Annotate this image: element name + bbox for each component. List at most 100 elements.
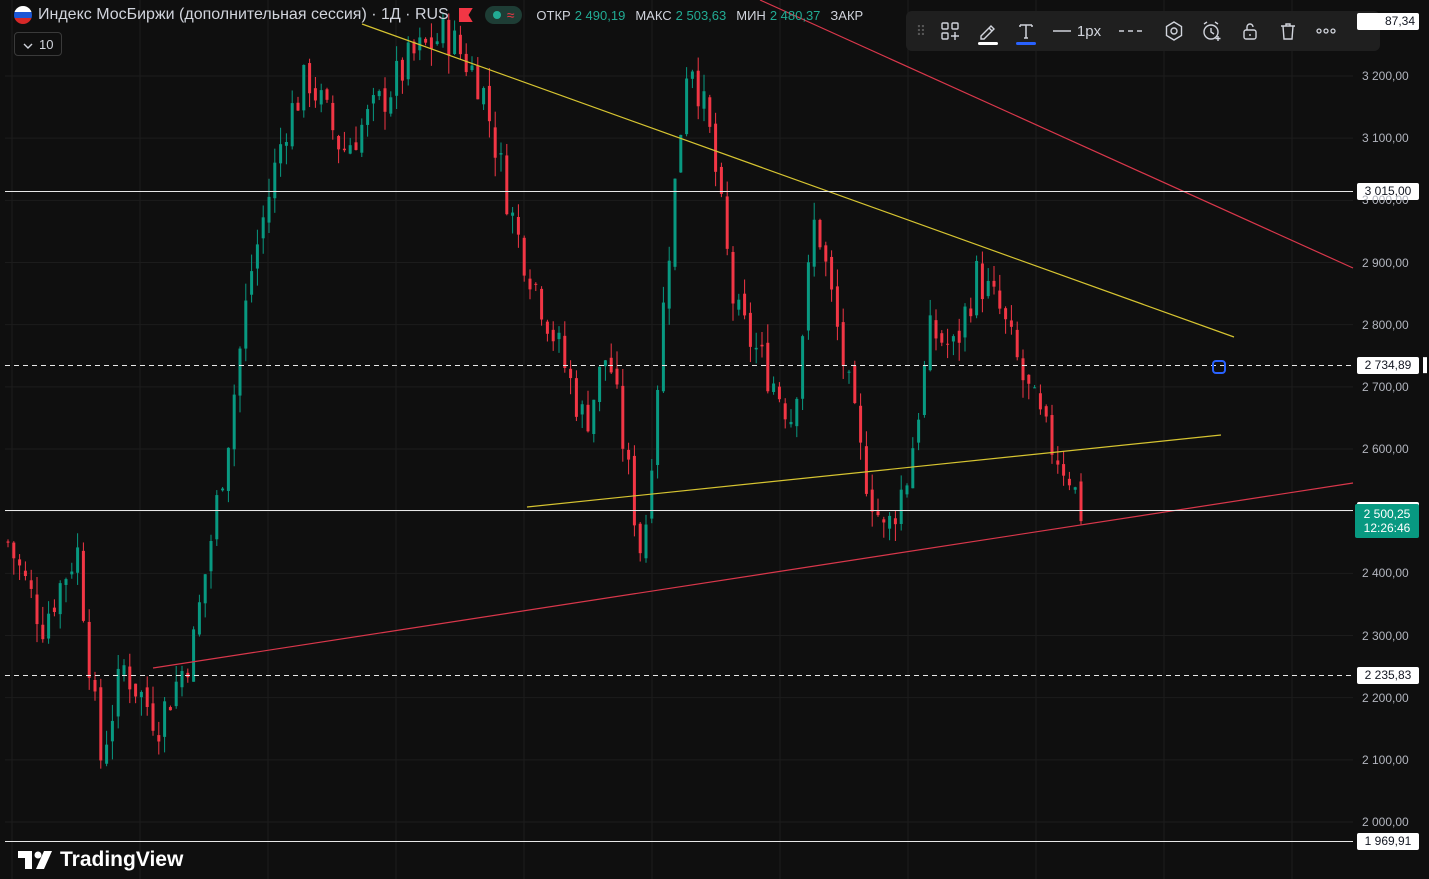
candle-body	[296, 102, 300, 111]
price-tick-label: 2 700,00	[1362, 379, 1409, 394]
candle-body	[279, 144, 283, 164]
candle-body	[969, 308, 973, 317]
candle-body	[818, 219, 822, 248]
candle-body	[574, 378, 578, 417]
candle-body	[975, 260, 979, 316]
price-chart[interactable]	[0, 0, 1429, 879]
more-icon[interactable]	[1308, 15, 1344, 47]
candle-body	[29, 580, 33, 589]
candle-body	[371, 95, 375, 104]
candle-body	[516, 216, 520, 235]
candle-body	[957, 330, 961, 343]
candle-body	[1062, 464, 1066, 476]
candle-body	[1004, 308, 1008, 320]
candle-body	[342, 148, 346, 151]
candle-body	[702, 91, 706, 109]
trash-icon[interactable]	[1270, 15, 1306, 47]
candle-body	[899, 489, 903, 524]
candle-body	[598, 366, 602, 402]
candle-body	[180, 671, 184, 688]
chart-grid	[5, 0, 1353, 879]
candle-body	[737, 299, 741, 310]
candle-body	[725, 196, 729, 249]
candle-body	[1015, 329, 1019, 358]
candle-body	[163, 701, 167, 737]
candle-body	[946, 343, 950, 345]
candle-body	[203, 574, 207, 604]
candle-body	[383, 88, 387, 112]
candle-body	[157, 735, 161, 742]
candle-body	[290, 103, 294, 147]
drag-handle-icon[interactable]: ⠿	[912, 15, 930, 47]
low-label: МИН	[736, 7, 766, 23]
candle-body	[284, 142, 288, 146]
candle-body	[325, 89, 329, 100]
high-label: МАКС	[635, 7, 672, 23]
candle-body	[47, 613, 51, 639]
candle-body	[302, 65, 306, 111]
candle-body	[870, 489, 874, 512]
candle-body	[754, 347, 758, 350]
candle-body	[453, 30, 457, 55]
pencil-icon[interactable]	[970, 15, 1006, 47]
candle-body	[551, 329, 555, 342]
candle-body	[644, 524, 648, 559]
line-style-button[interactable]: 1px	[1046, 15, 1108, 47]
price-tick-label: 3 100,00	[1362, 131, 1409, 146]
candle-body	[93, 680, 97, 692]
candle-body	[505, 155, 509, 215]
anchor-point-handle[interactable]	[1212, 360, 1226, 374]
candle-body	[464, 53, 468, 73]
candle-body	[638, 523, 642, 554]
candle-body	[731, 251, 735, 304]
level-edge-marker	[1423, 357, 1427, 374]
current-price-tag: 2 500,25 12:26:46	[1355, 504, 1419, 538]
candle-body	[586, 404, 590, 432]
candle-body	[1073, 487, 1077, 490]
bar-countdown: 12:26:46	[1363, 521, 1411, 535]
alert-icon[interactable]	[1194, 15, 1230, 47]
symbol-title[interactable]: Индекс МосБиржи (дополнительная сессия) …	[38, 6, 449, 24]
price-tick-label: 2 400,00	[1362, 566, 1409, 581]
level-price-label: 2 734,89	[1357, 357, 1419, 374]
dashes-icon[interactable]	[1110, 15, 1154, 47]
candle-body	[847, 371, 851, 373]
candle-body	[940, 333, 944, 343]
candle-body	[255, 244, 259, 269]
candle-body	[87, 621, 91, 678]
lock-icon[interactable]	[1232, 15, 1268, 47]
candle-body	[70, 571, 74, 575]
text-icon[interactable]	[1008, 15, 1044, 47]
candle-body	[783, 403, 787, 420]
candle-body	[690, 71, 694, 79]
indicators-count: 10	[39, 36, 54, 52]
candle-body	[714, 123, 718, 172]
indicators-toggle[interactable]: 10	[14, 32, 63, 56]
market-status-pill[interactable]: ≈	[484, 6, 523, 24]
candle-body	[592, 399, 596, 435]
red-flag-icon[interactable]	[458, 8, 473, 22]
candle-body	[545, 321, 549, 334]
candle-body	[882, 519, 886, 523]
tradingview-logo[interactable]: TradingView	[18, 848, 183, 872]
candle-body	[424, 38, 428, 43]
candle-body	[766, 342, 770, 392]
candle-body	[615, 368, 619, 385]
candle-body	[888, 515, 892, 529]
candle-body	[377, 91, 381, 97]
candle-body	[917, 419, 921, 443]
candle-body	[128, 666, 132, 690]
candle-body	[6, 541, 10, 543]
russia-flag-icon	[14, 6, 32, 24]
candle-body	[348, 145, 352, 154]
candle-body	[1038, 393, 1042, 410]
candle-body	[354, 142, 358, 150]
templates-icon[interactable]	[932, 15, 968, 47]
candle-body	[772, 383, 776, 392]
candle-body	[528, 278, 532, 290]
candle-body	[406, 42, 410, 80]
settings-icon[interactable]	[1156, 15, 1192, 47]
candle-body	[429, 37, 433, 49]
high-value: 2 503,63	[675, 7, 727, 23]
candle-body	[134, 683, 138, 697]
